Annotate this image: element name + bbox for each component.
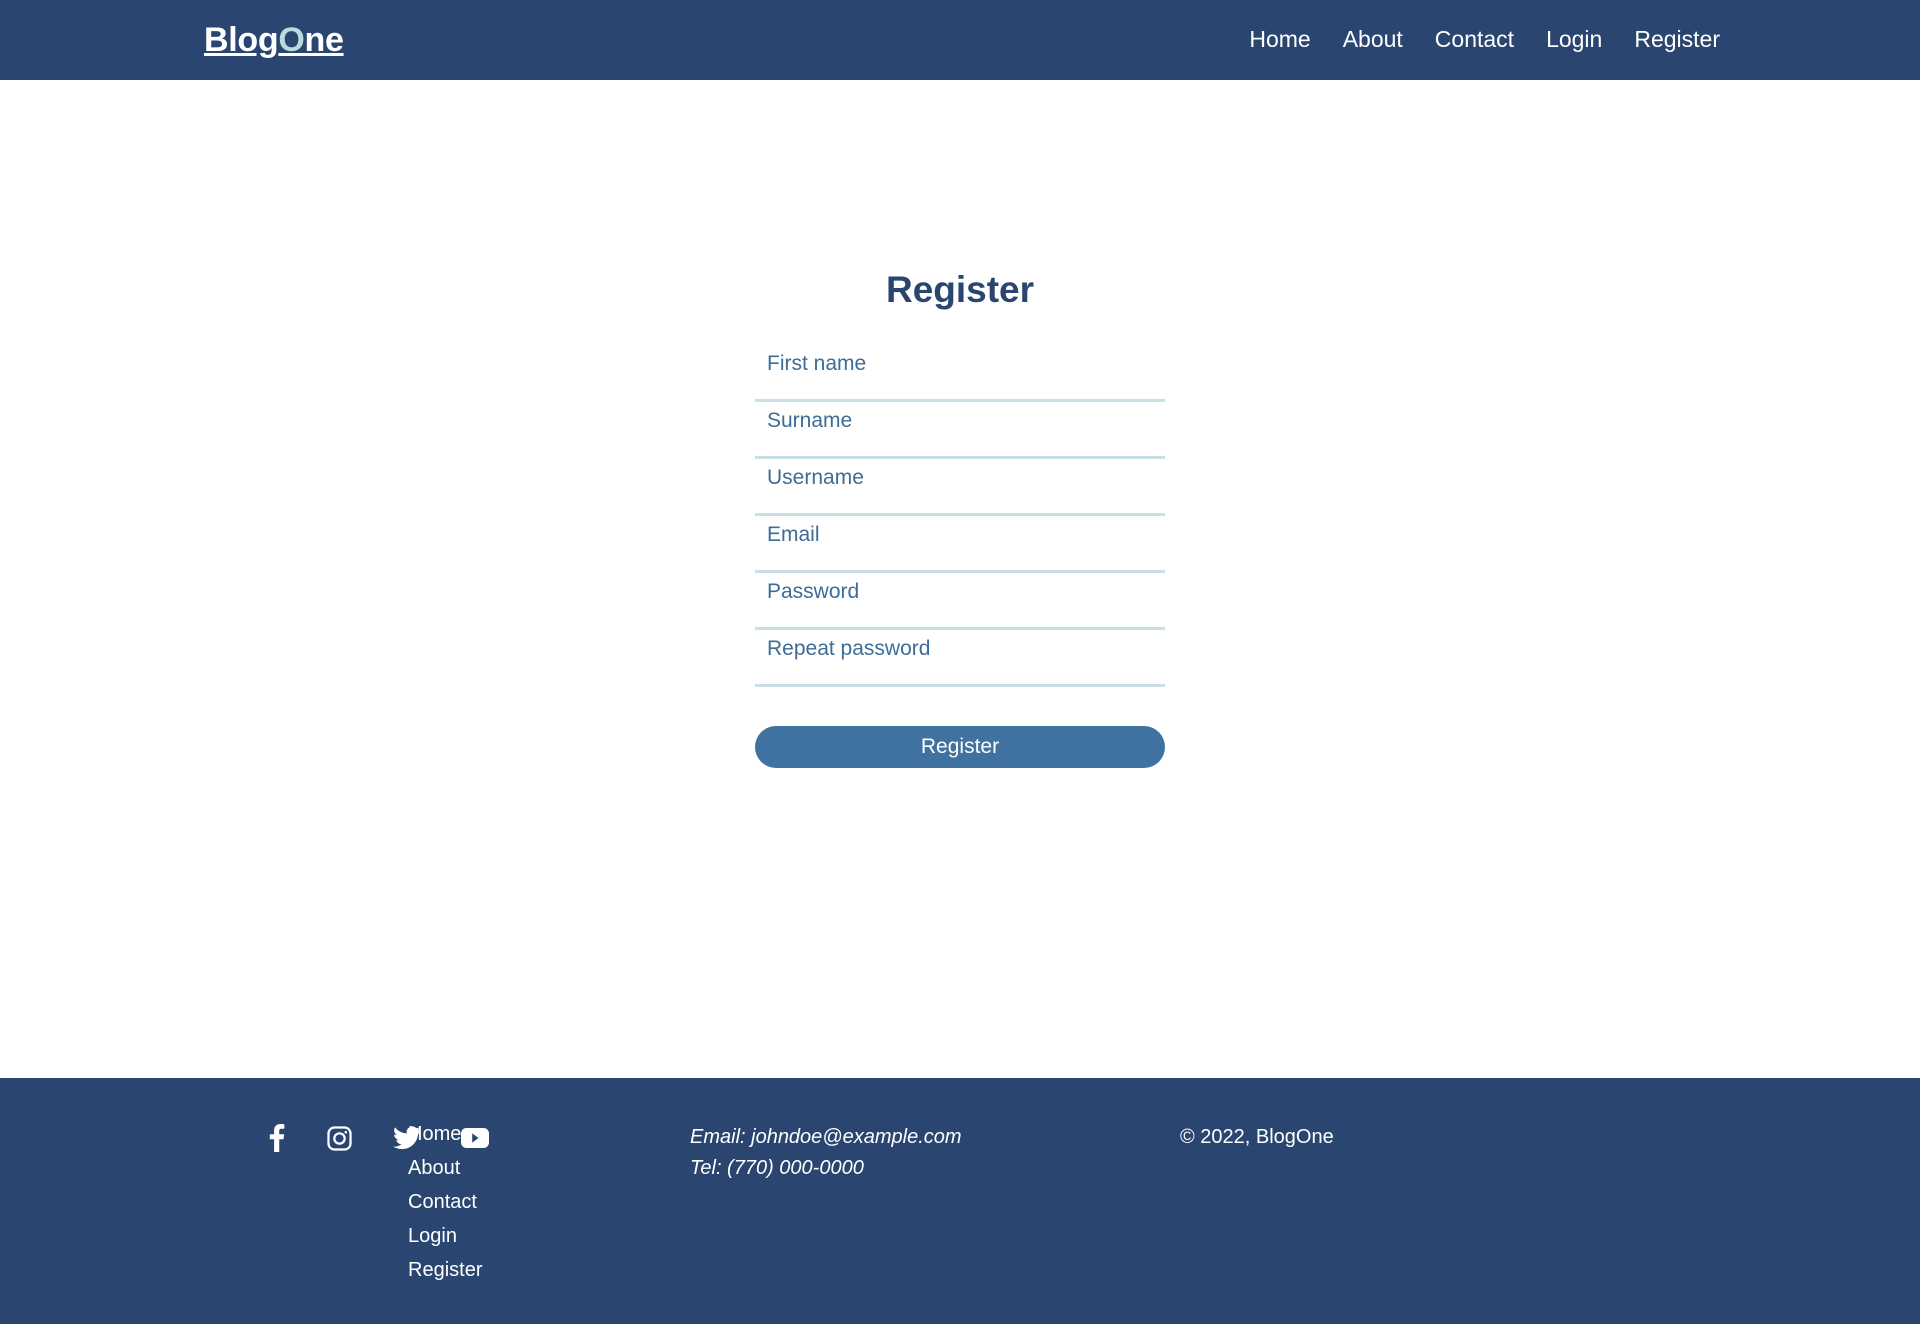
nav-link-register[interactable]: Register bbox=[1634, 26, 1720, 52]
footer-link-register[interactable]: Register bbox=[408, 1260, 690, 1280]
footer-link-contact[interactable]: Contact bbox=[408, 1192, 690, 1212]
nav-item-register: Register bbox=[1634, 28, 1720, 52]
email-input[interactable] bbox=[755, 515, 1165, 573]
nav-link-about[interactable]: About bbox=[1343, 26, 1403, 52]
nav-link-contact[interactable]: Contact bbox=[1435, 26, 1514, 52]
facebook-icon[interactable] bbox=[268, 1124, 286, 1152]
brand-text-part1: Blog bbox=[204, 21, 279, 59]
footer-email-line: Email: johndoe@example.com bbox=[690, 1126, 962, 1148]
main-content: Register Register bbox=[0, 80, 1920, 1078]
nav-item-about: About bbox=[1343, 28, 1403, 52]
footer-copyright: © 2022, BlogOne bbox=[1180, 1126, 1334, 1148]
password-input[interactable] bbox=[755, 572, 1165, 630]
site-footer: Home About Contact Login Register Email:… bbox=[0, 1078, 1920, 1324]
nav-link-home[interactable]: Home bbox=[1249, 26, 1310, 52]
brand-logo[interactable]: BlogOne bbox=[204, 23, 344, 57]
footer-link-login[interactable]: Login bbox=[408, 1226, 690, 1246]
nav-item-home: Home bbox=[1249, 28, 1310, 52]
instagram-icon[interactable] bbox=[326, 1124, 353, 1152]
surname-input[interactable] bbox=[755, 401, 1165, 459]
footer-tel-line: Tel: (770) 000-0000 bbox=[690, 1157, 864, 1179]
footer-link-home[interactable]: Home bbox=[408, 1124, 690, 1144]
first-name-input[interactable] bbox=[755, 344, 1165, 402]
footer-contact-info: Email: johndoe@example.com Tel: (770) 00… bbox=[690, 1124, 1120, 1180]
username-input[interactable] bbox=[755, 458, 1165, 516]
footer-nav-links: Home About Contact Login Register bbox=[360, 1124, 690, 1280]
register-submit-button[interactable]: Register bbox=[755, 725, 1165, 768]
nav-item-contact: Contact bbox=[1435, 28, 1514, 52]
repeat-password-input[interactable] bbox=[755, 629, 1165, 687]
footer-social-links bbox=[0, 1124, 489, 1152]
nav-link-login[interactable]: Login bbox=[1546, 26, 1602, 52]
brand-text-accent: O bbox=[278, 21, 305, 59]
page-title: Register bbox=[885, 269, 1035, 310]
nav-item-login: Login bbox=[1546, 28, 1602, 52]
footer-link-about[interactable]: About bbox=[408, 1158, 690, 1178]
page-root: BlogOne Home About Contact Login Registe… bbox=[0, 0, 1920, 1324]
register-form: Register Register bbox=[755, 269, 1165, 1078]
top-navbar: BlogOne Home About Contact Login Registe… bbox=[0, 0, 1920, 80]
brand-text-part2: ne bbox=[304, 21, 344, 59]
primary-nav: Home About Contact Login Register bbox=[1249, 28, 1720, 52]
